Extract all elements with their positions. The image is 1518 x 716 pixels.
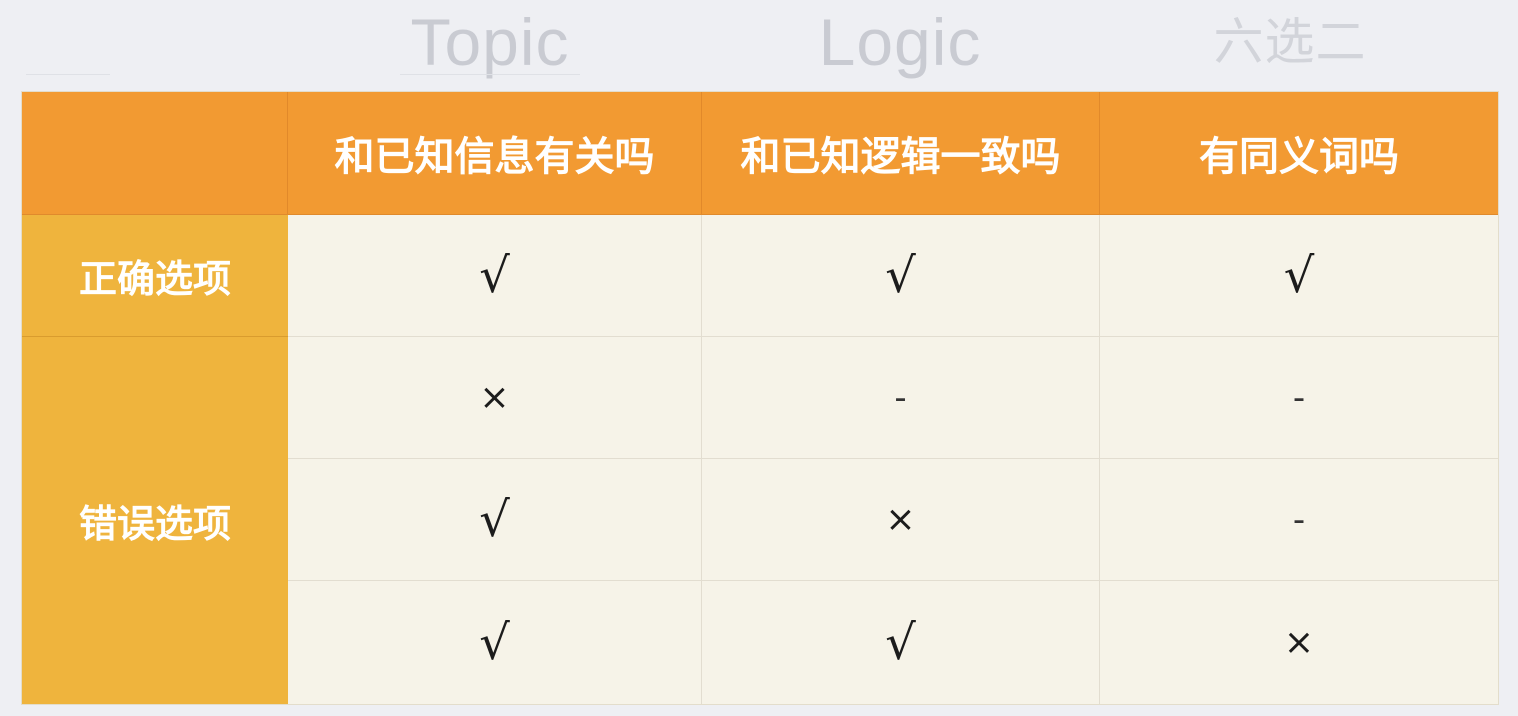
- table-cell: √: [288, 459, 702, 581]
- table-cell: √: [288, 215, 702, 337]
- table-cell: √: [288, 581, 702, 704]
- comparison-table: 和已知信息有关吗 和已知逻辑一致吗 有同义词吗 正确选项 错误选项 √ √ √ …: [22, 92, 1498, 704]
- row-header-correct: 正确选项: [22, 215, 288, 337]
- column-header: 有同义词吗: [1100, 92, 1498, 215]
- table-cell: -: [1100, 337, 1498, 459]
- table-cell: ×: [702, 459, 1100, 581]
- table-cell: √: [702, 581, 1100, 704]
- table-cell: -: [1100, 459, 1498, 581]
- column-header: 和已知信息有关吗: [288, 92, 702, 215]
- table-cell: √: [702, 215, 1100, 337]
- table-cell: ×: [288, 337, 702, 459]
- table-cell: ×: [1283, 622, 1315, 663]
- column-header: 和已知逻辑一致吗: [702, 92, 1100, 215]
- table-cell: √: [1100, 215, 1498, 337]
- six-choose-two-label: 六选二: [1213, 13, 1367, 71]
- row-header-wrong: 错误选项: [22, 337, 288, 704]
- corner-cell: [22, 92, 288, 215]
- divider: [400, 74, 580, 75]
- topic-label: Topic: [410, 5, 570, 79]
- logic-label: Logic: [818, 5, 982, 79]
- table-cell: -: [702, 337, 1100, 459]
- divider: [26, 74, 110, 75]
